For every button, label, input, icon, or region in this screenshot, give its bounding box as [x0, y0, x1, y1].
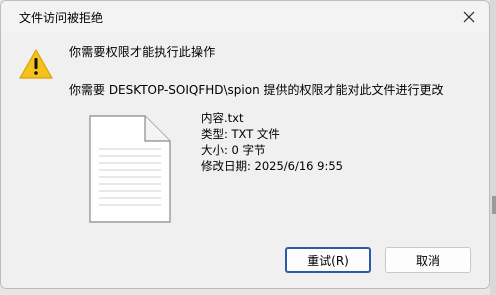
retry-button[interactable]: 重试(R): [285, 247, 371, 273]
close-icon: [463, 11, 475, 23]
file-access-denied-dialog: 文件访问被拒绝 你需要权限才能执行此操作 你需要 DESKTOP-SOIQFHD…: [0, 0, 490, 289]
file-type: 类型: TXT 文件: [201, 127, 280, 141]
file-modified: 修改日期: 2025/6/16 9:55: [201, 159, 343, 173]
dialog-footer: 重试(R) 取消: [1, 233, 489, 288]
background-scroll-mark: [492, 196, 496, 214]
dialog-content: 你需要权限才能执行此操作 你需要 DESKTOP-SOIQFHD\spion 提…: [1, 33, 489, 233]
window-title: 文件访问被拒绝: [19, 11, 104, 25]
file-details: 内容.txt 类型: TXT 文件 大小: 0 字节 修改日期: 2025/6/…: [201, 110, 343, 174]
cancel-button[interactable]: 取消: [385, 247, 471, 273]
main-message: 你需要权限才能执行此操作: [69, 45, 216, 59]
file-size: 大小: 0 字节: [201, 143, 266, 157]
title-bar[interactable]: 文件访问被拒绝: [1, 1, 489, 33]
background-window-edge: [490, 0, 496, 295]
file-name: 内容.txt: [201, 111, 244, 125]
warning-icon: [19, 49, 53, 79]
close-button[interactable]: [457, 5, 481, 29]
permission-message: 你需要 DESKTOP-SOIQFHD\spion 提供的权限才能对此文件进行更…: [69, 83, 444, 97]
document-icon: [89, 115, 171, 223]
